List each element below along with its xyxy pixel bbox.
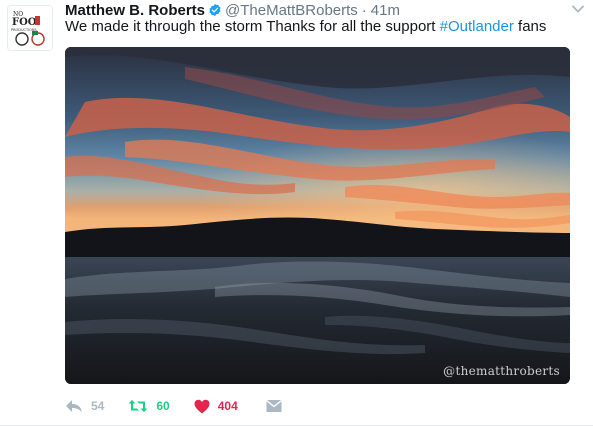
photo-watermark: @thematthroberts [443,364,560,378]
retweet-button[interactable]: 60 [128,399,170,413]
retweet-count: 60 [156,399,170,413]
tweet-timestamp[interactable]: 41m [371,2,400,19]
sunset-landscape-image [65,47,570,384]
author-name[interactable]: Matthew B. Roberts [65,2,205,19]
reply-icon [66,400,82,412]
author-handle[interactable]: @TheMattBRoberts [225,2,358,19]
svg-text:FOO: FOO [12,17,37,28]
reply-count: 54 [91,399,105,413]
like-button[interactable]: 404 [194,399,238,414]
hashtag-link[interactable]: #Outlander [440,18,514,35]
header-separator: · [361,1,367,19]
retweet-icon [128,400,148,412]
tweet-card[interactable]: NO FOO PRODUCTIONS Matthew B. Roberts @T… [0,0,593,426]
verified-badge-icon [209,3,221,17]
direct-message-button[interactable] [265,399,282,413]
tweet-text-tail: fans [513,18,547,35]
tweet-text-body: We made it through the storm Thanks for … [65,18,440,35]
tweet-photo[interactable]: @thematthroberts [65,47,570,384]
tweet-text: We made it through the storm Thanks for … [65,17,546,37]
like-count: 404 [217,399,238,413]
avatar[interactable]: NO FOO PRODUCTIONS [7,5,53,51]
chevron-down-icon[interactable] [571,2,585,16]
heart-icon [194,399,210,413]
tweet-actions: 54 60 404 [65,396,306,416]
envelope-icon [265,399,282,412]
reply-button[interactable]: 54 [65,398,104,414]
avatar-logo-icon: NO FOO PRODUCTIONS [8,6,52,50]
